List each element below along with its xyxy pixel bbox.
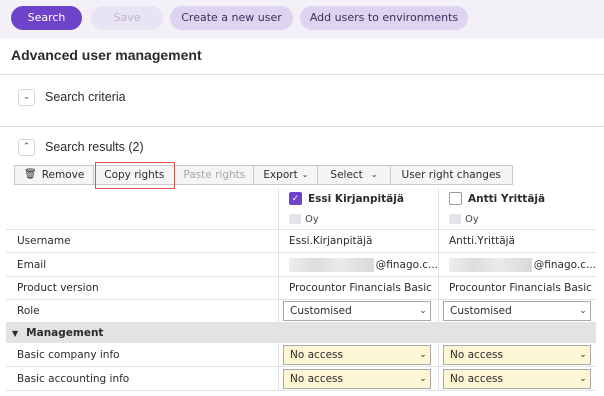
remove-label: Remove	[41, 169, 85, 181]
search-criteria-label: Search criteria	[45, 90, 126, 104]
email-suffix: @finago.c...	[375, 258, 438, 271]
table-row: Username Essi.Kirjanpitäjä Antti.Yrittäj…	[6, 230, 596, 253]
access-select[interactable]: No access ⌄	[443, 344, 591, 365]
chevron-up-icon[interactable]: ⌃	[18, 138, 35, 156]
copy-rights-highlight	[95, 162, 175, 189]
table-row: Role Customised ⌄ Customised ⌄	[6, 300, 596, 323]
row-label: Username	[17, 235, 71, 247]
divider	[0, 126, 604, 127]
select-label: Select	[330, 169, 363, 181]
row-label: Basic accounting info	[17, 372, 130, 385]
select-button[interactable]: Select ⌄	[317, 165, 391, 185]
chevron-down-icon: ⌄	[419, 349, 427, 360]
table-row: Email @finago.c... @finago.c...	[6, 253, 596, 277]
user-name: Antti Yrittäjä	[468, 192, 546, 205]
access-select[interactable]: No access ⌄	[283, 344, 431, 365]
search-criteria-header[interactable]: ⌄ Search criteria	[18, 86, 126, 108]
access-select[interactable]: No access ⌄	[283, 368, 431, 389]
email-suffix: @finago.c...	[533, 258, 596, 271]
user-right-changes-button[interactable]: User right changes	[389, 165, 513, 185]
email-value: @finago.c...	[278, 253, 438, 276]
add-users-to-environments-button[interactable]: Add users to environments	[300, 6, 468, 30]
search-results-label: Search results (2)	[45, 140, 144, 154]
access-value: No access	[290, 372, 343, 385]
results-toolbar: 🗑 Remove Copy rights Paste rights Export…	[14, 165, 513, 185]
chevron-down-icon: ⌄	[579, 306, 587, 316]
row-label: Product version	[17, 282, 99, 294]
company-name: Oy	[465, 213, 479, 225]
export-label: Export	[263, 169, 298, 181]
search-button[interactable]: Search	[11, 6, 82, 30]
access-value: No access	[450, 372, 503, 385]
table-row: Basic accounting info No access ⌄ No acc…	[6, 367, 596, 391]
chevron-down-icon: ⌄	[370, 170, 378, 179]
chevron-down-icon[interactable]: ⌄	[18, 88, 35, 106]
email-value: @finago.c...	[438, 253, 596, 276]
role-select[interactable]: Customised ⌄	[443, 301, 591, 321]
company-logo	[289, 214, 301, 224]
remove-button[interactable]: 🗑 Remove	[14, 165, 95, 185]
access-value: No access	[450, 348, 503, 361]
chevron-down-icon: ⌄	[301, 170, 309, 179]
user-company-row: Oy Oy	[6, 209, 596, 230]
row-label: Email	[17, 258, 47, 271]
access-select[interactable]: No access ⌄	[443, 368, 591, 389]
chevron-down-icon: ⌄	[579, 349, 587, 360]
trash-icon: 🗑	[24, 169, 37, 180]
chevron-down-icon: ⌄	[419, 373, 427, 384]
paste-rights-button[interactable]: Paste rights	[174, 165, 255, 185]
user-name: Essi Kirjanpitäjä	[308, 192, 404, 205]
table-row: Product version Procountor Financials Ba…	[6, 277, 596, 300]
user-select-checkbox[interactable]	[449, 192, 462, 205]
user-column-header: Antti Yrittäjä	[438, 188, 596, 209]
group-row[interactable]: ▼ Management	[6, 323, 596, 343]
user-column-header: ✓ Essi Kirjanpitäjä	[278, 188, 438, 209]
username-value: Essi.Kirjanpitäjä	[278, 230, 438, 252]
role-value: Customised	[290, 305, 352, 317]
row-label: Basic company info	[17, 348, 120, 361]
user-header-row: ✓ Essi Kirjanpitäjä Antti Yrittäjä	[6, 188, 596, 209]
page-title: Advanced user management	[11, 47, 202, 63]
product-version-value: Procountor Financials Basic	[278, 277, 438, 299]
company-logo	[449, 214, 461, 224]
access-value: No access	[290, 348, 343, 361]
company-name: Oy	[305, 213, 319, 225]
redacted-text	[449, 257, 532, 272]
create-user-button[interactable]: Create a new user	[170, 6, 293, 30]
chevron-down-icon: ⌄	[579, 373, 587, 384]
top-action-bar: Search Save Create a new user Add users …	[0, 0, 604, 38]
row-label: Role	[17, 305, 40, 317]
user-select-checkbox[interactable]: ✓	[289, 192, 302, 205]
search-results-header[interactable]: ⌃ Search results (2)	[18, 136, 144, 158]
product-version-value: Procountor Financials Basic	[438, 277, 596, 299]
redacted-text	[289, 257, 374, 272]
save-button[interactable]: Save	[91, 6, 163, 30]
divider	[0, 74, 604, 75]
caret-down-icon[interactable]: ▼	[12, 329, 18, 338]
role-select[interactable]: Customised ⌄	[283, 301, 431, 321]
username-value: Antti.Yrittäjä	[438, 230, 596, 252]
role-value: Customised	[450, 305, 512, 317]
export-button[interactable]: Export ⌄	[253, 165, 319, 185]
group-label: Management	[26, 327, 104, 339]
chevron-down-icon: ⌄	[419, 306, 427, 316]
table-row: Basic company info No access ⌄ No access…	[6, 343, 596, 367]
